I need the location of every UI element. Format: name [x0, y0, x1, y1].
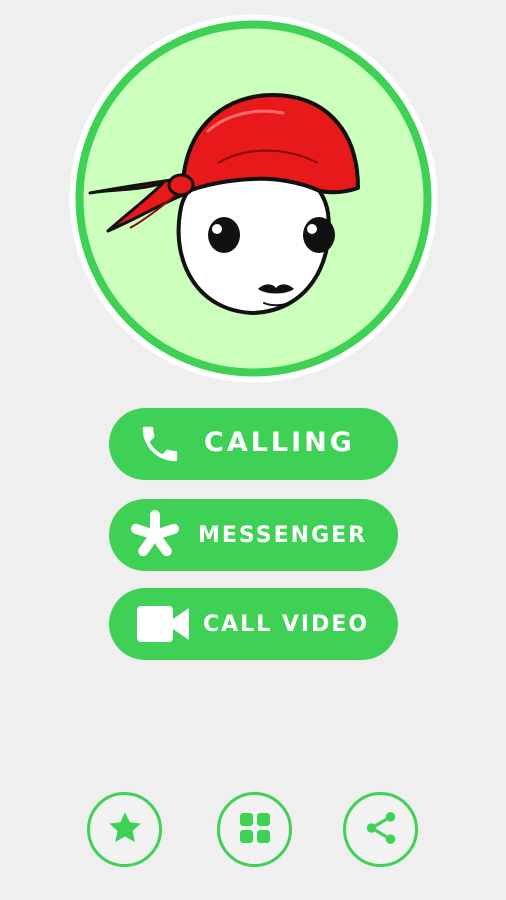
star-icon — [105, 808, 145, 852]
phone-icon — [135, 421, 185, 467]
avatar — [68, 13, 439, 384]
share-button[interactable] — [343, 792, 418, 867]
messenger-button[interactable]: MESSENGER — [109, 499, 398, 571]
more-apps-button[interactable] — [217, 792, 292, 867]
rate-button[interactable] — [87, 792, 162, 867]
video-camera-icon — [135, 602, 191, 646]
share-icon — [362, 809, 400, 851]
avatar-image — [69, 14, 438, 383]
calling-label: CALLING — [204, 427, 355, 458]
asterisk-icon — [127, 508, 183, 562]
call-video-button[interactable]: CALL VIDEO — [109, 588, 398, 660]
call-video-label: CALL VIDEO — [203, 612, 370, 637]
calling-button[interactable]: CALLING — [109, 408, 398, 480]
messenger-label: MESSENGER — [198, 523, 368, 548]
grid-icon — [237, 810, 273, 850]
